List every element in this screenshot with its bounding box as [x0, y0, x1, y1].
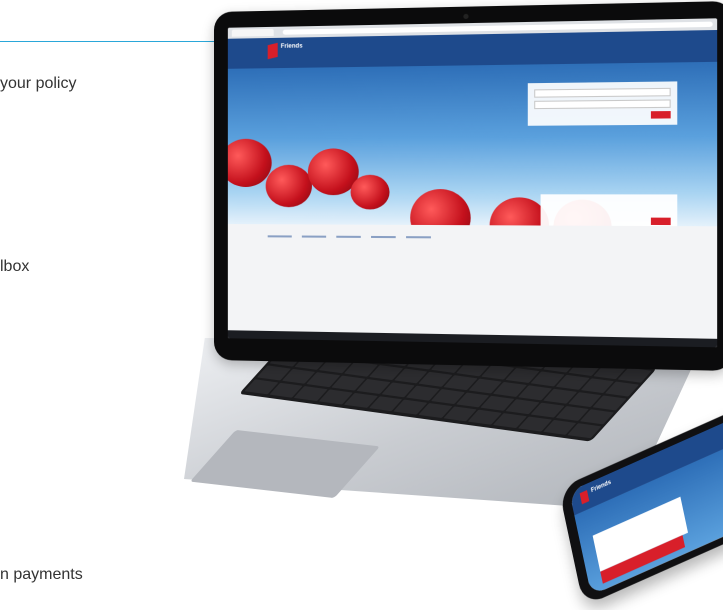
- username-field[interactable]: [534, 88, 670, 98]
- lantern: [228, 139, 272, 187]
- hero-lanterns: [228, 62, 717, 227]
- footer-link[interactable]: [336, 236, 360, 238]
- browser-tab: [232, 29, 274, 37]
- password-field[interactable]: [534, 99, 670, 109]
- logo-brand: Friends: [281, 43, 303, 49]
- camera-icon: [463, 14, 468, 19]
- laptop-screen: Friends: [228, 18, 717, 347]
- register-button[interactable]: [651, 218, 671, 225]
- side-text-policy: your policy: [0, 75, 76, 93]
- lantern: [351, 175, 390, 210]
- footer-links: [268, 235, 431, 238]
- phone-logo-flag-icon: [580, 490, 590, 504]
- phone-logo-brand: Friends: [591, 480, 612, 495]
- login-panel: [528, 81, 677, 125]
- footer-link[interactable]: [268, 235, 292, 237]
- footer-link[interactable]: [406, 236, 431, 238]
- footer-link[interactable]: [371, 236, 396, 238]
- laptop: Friends Friends: [178, 0, 723, 610]
- login-button[interactable]: [651, 111, 671, 119]
- footer-link[interactable]: [302, 236, 326, 238]
- laptop-lid: Friends: [214, 1, 723, 371]
- register-panel: [541, 194, 678, 226]
- lantern: [410, 189, 470, 226]
- taskbar: [228, 330, 717, 347]
- logo-flag-icon: [268, 43, 278, 59]
- side-text-payments: n payments: [0, 566, 83, 584]
- side-text-inbox: lbox: [0, 258, 29, 276]
- lantern: [266, 165, 312, 208]
